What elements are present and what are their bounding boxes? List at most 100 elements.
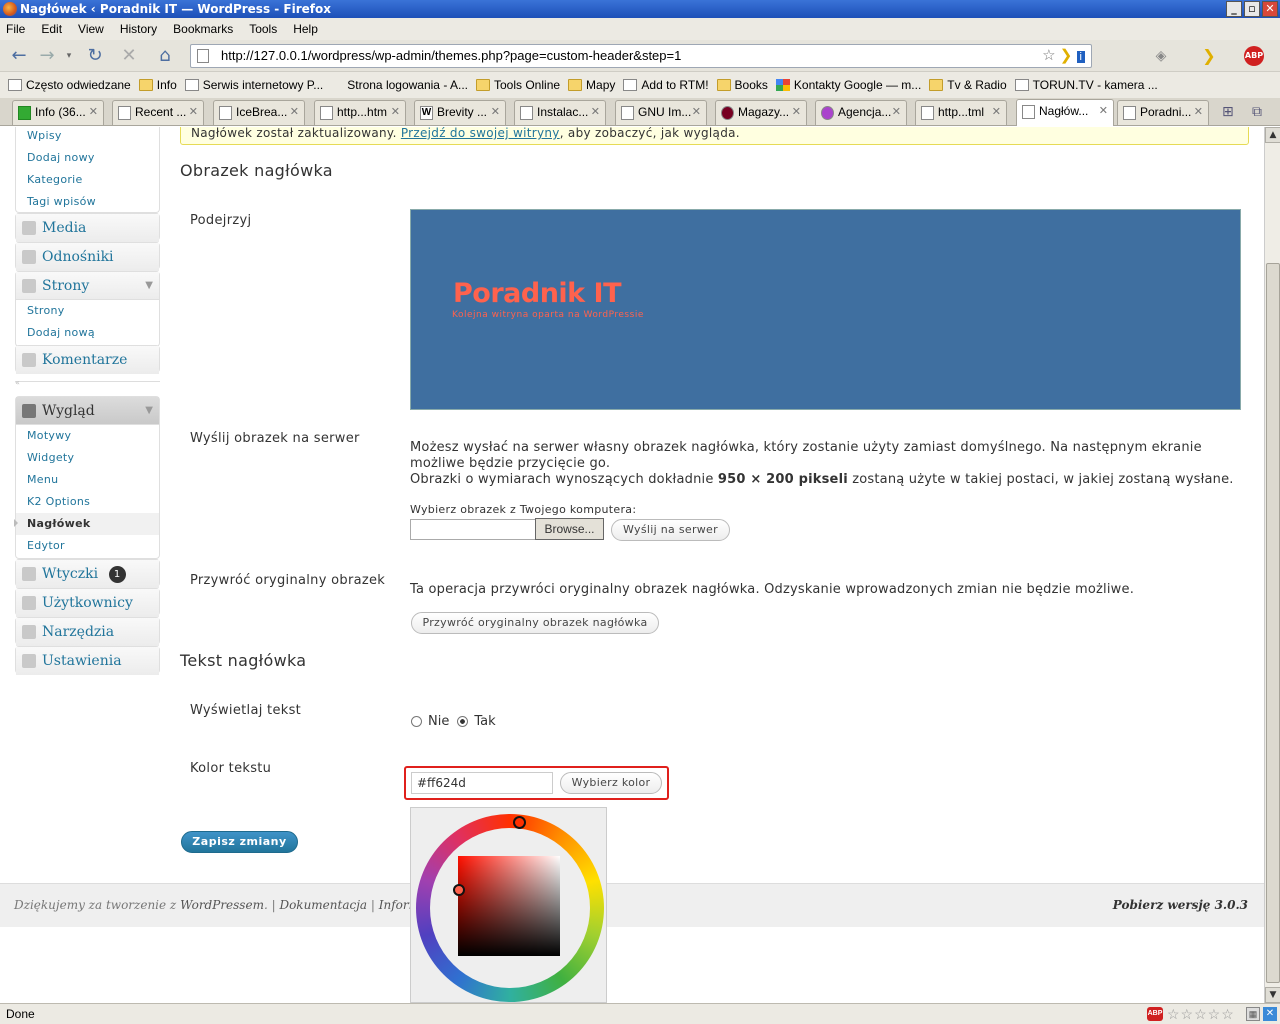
- menu-view[interactable]: View: [78, 22, 104, 36]
- bookmark-item[interactable]: Serwis internetowy P...: [184, 78, 323, 92]
- sidebar-item-links[interactable]: Odnośniki: [15, 242, 160, 271]
- vertical-scrollbar[interactable]: ▲ ▼: [1264, 127, 1280, 1003]
- color-picker-popup[interactable]: [410, 807, 607, 1003]
- collapse-arrow-icon[interactable]: «: [15, 378, 20, 387]
- browser-tab[interactable]: Agencja... ✕: [815, 100, 907, 125]
- minimize-button[interactable]: _: [1226, 1, 1242, 17]
- menu-history[interactable]: History: [120, 22, 157, 36]
- history-dropdown-icon[interactable]: ▾: [58, 46, 80, 66]
- tab-close-icon[interactable]: ✕: [491, 101, 500, 124]
- bookmark-star-icon[interactable]: ☆ ❯ i: [1042, 45, 1085, 68]
- chevron-down-icon[interactable]: ▼: [145, 272, 153, 300]
- save-changes-button[interactable]: Zapisz zmiany: [181, 831, 298, 853]
- documentation-link[interactable]: Dokumentacja: [279, 898, 367, 912]
- menu-edit[interactable]: Edit: [41, 22, 62, 36]
- sidebar-item-pages-list[interactable]: Strony: [16, 300, 159, 322]
- sidebar-item-categories[interactable]: Kategorie: [16, 169, 159, 191]
- upload-button[interactable]: Wyślij na serwer: [611, 519, 730, 541]
- browser-tab[interactable]: Recent ... ✕: [112, 100, 204, 125]
- list-tabs-icon[interactable]: ⧉: [1252, 104, 1262, 120]
- tab-close-icon[interactable]: ✕: [792, 101, 801, 124]
- scrollbar-thumb[interactable]: [1266, 263, 1280, 983]
- address-bar[interactable]: http://127.0.0.1/wordpress/wp-admin/them…: [190, 44, 1092, 68]
- sidebar-item-plugins[interactable]: Wtyczki 1: [15, 559, 160, 588]
- sidebar-item-add-page[interactable]: Dodaj nową: [16, 322, 159, 344]
- close-window-button[interactable]: ✕: [1262, 1, 1278, 17]
- color-selector-handle[interactable]: [453, 884, 465, 896]
- sidebar-item-editor[interactable]: Edytor: [16, 535, 159, 557]
- bookmark-item[interactable]: Info: [138, 78, 177, 92]
- tab-close-icon[interactable]: ✕: [189, 101, 198, 124]
- color-hex-input[interactable]: [411, 772, 553, 794]
- browser-tab[interactable]: Magazy... ✕: [715, 100, 807, 125]
- addon-icon[interactable]: ▦: [1246, 1007, 1260, 1021]
- browser-tab[interactable]: http...htm ✕: [314, 100, 406, 125]
- radio-no[interactable]: [411, 716, 422, 727]
- menu-help[interactable]: Help: [293, 22, 318, 36]
- adblock-icon[interactable]: ABP: [1244, 46, 1264, 66]
- bookmark-item[interactable]: Mapy: [568, 78, 615, 92]
- stop-icon[interactable]: ✕: [118, 46, 140, 66]
- sidebar-item-settings[interactable]: Ustawienia: [15, 646, 160, 675]
- chevron-down-icon[interactable]: ▼: [145, 397, 153, 425]
- xmarks-icon[interactable]: ✕: [1263, 1007, 1277, 1021]
- browser-tab[interactable]: W Brevity ... ✕: [414, 100, 506, 125]
- sidebar-item-pages[interactable]: Strony ▼ Strony Dodaj nową: [15, 271, 160, 347]
- sidebar-item-users[interactable]: Użytkownicy: [15, 588, 160, 617]
- browser-tab[interactable]: Instalac... ✕: [514, 100, 606, 125]
- pick-color-button[interactable]: Wybierz kolor: [560, 772, 662, 794]
- get-version-link[interactable]: Pobierz wersję 3.0.3: [1113, 898, 1248, 912]
- back-arrow-icon[interactable]: ←: [8, 46, 30, 66]
- sidebar-item-k2-options[interactable]: K2 Options: [16, 491, 159, 513]
- tab-close-icon[interactable]: ✕: [992, 101, 1001, 124]
- browser-tab[interactable]: IceBrea... ✕: [213, 100, 305, 125]
- hue-selector-handle[interactable]: [513, 816, 526, 829]
- sidebar-item-tags[interactable]: Tagi wpisów: [16, 191, 159, 213]
- bookmark-item[interactable]: Add to RTM!: [623, 78, 709, 92]
- arrow-addon-icon[interactable]: ❯: [1198, 46, 1220, 66]
- bookmark-item[interactable]: Tv & Radio: [929, 78, 1007, 92]
- bookmark-item[interactable]: TORUN.TV - kamera ...: [1014, 78, 1158, 92]
- bookmark-item[interactable]: Często odwiedzane: [8, 78, 131, 92]
- file-path-input[interactable]: [410, 519, 536, 540]
- browse-button[interactable]: Browse...: [535, 518, 604, 540]
- sidebar-item-widgets[interactable]: Widgety: [16, 447, 159, 469]
- sidebar-item-header[interactable]: Nagłówek: [16, 513, 159, 535]
- maximize-button[interactable]: ▫: [1244, 1, 1260, 17]
- tab-close-icon[interactable]: ✕: [89, 101, 98, 124]
- bookmark-item[interactable]: Strona logowania - A...: [331, 78, 468, 92]
- rating-stars-icon[interactable]: ☆☆☆☆☆: [1167, 1004, 1235, 1024]
- home-icon[interactable]: ⌂: [154, 46, 176, 66]
- new-tab-icon[interactable]: ⊞: [1222, 104, 1234, 120]
- tab-close-icon[interactable]: ✕: [692, 101, 701, 124]
- sidebar-item-themes[interactable]: Motywy: [16, 425, 159, 447]
- bookmark-item[interactable]: Tools Online: [476, 78, 560, 92]
- sidebar-item-appearance[interactable]: Wygląd ▼ Motywy Widgety Menu K2 Options N…: [15, 396, 160, 559]
- saturation-square[interactable]: [458, 856, 560, 956]
- sidebar-item-menus[interactable]: Menu: [16, 469, 159, 491]
- menu-file[interactable]: File: [6, 22, 25, 36]
- tab-close-icon[interactable]: ✕: [1099, 100, 1108, 123]
- browser-tab[interactable]: Info (36... ✕: [12, 100, 104, 125]
- browser-tab[interactable]: http...tml ✕: [915, 100, 1007, 125]
- forward-arrow-icon[interactable]: →: [36, 46, 58, 66]
- sidebar-item-tools[interactable]: Narzędzia: [15, 617, 160, 646]
- menu-bookmarks[interactable]: Bookmarks: [173, 22, 233, 36]
- tab-close-icon[interactable]: ✕: [290, 101, 299, 124]
- tab-close-icon[interactable]: ✕: [892, 101, 901, 124]
- menu-tools[interactable]: Tools: [249, 22, 277, 36]
- sidebar-item-add-new[interactable]: Dodaj nowy: [16, 147, 159, 169]
- tab-close-icon[interactable]: ✕: [1194, 101, 1203, 124]
- shield-icon[interactable]: ◈: [1150, 46, 1172, 66]
- adblock-icon[interactable]: ABP: [1147, 1007, 1163, 1021]
- bookmark-item[interactable]: Books: [716, 78, 768, 92]
- visit-site-link[interactable]: Przejdź do swojej witryny: [401, 127, 560, 140]
- tab-close-icon[interactable]: ✕: [591, 101, 600, 124]
- sidebar-item-media[interactable]: Media: [15, 213, 160, 242]
- reload-icon[interactable]: ↻: [84, 46, 106, 66]
- tab-close-icon[interactable]: ✕: [391, 101, 400, 124]
- radio-yes[interactable]: [457, 716, 469, 727]
- sidebar-item-posts[interactable]: Wpisy: [16, 127, 159, 147]
- sidebar-item-comments[interactable]: Komentarze: [15, 345, 160, 374]
- wordpress-link[interactable]: WordPressem: [180, 898, 264, 912]
